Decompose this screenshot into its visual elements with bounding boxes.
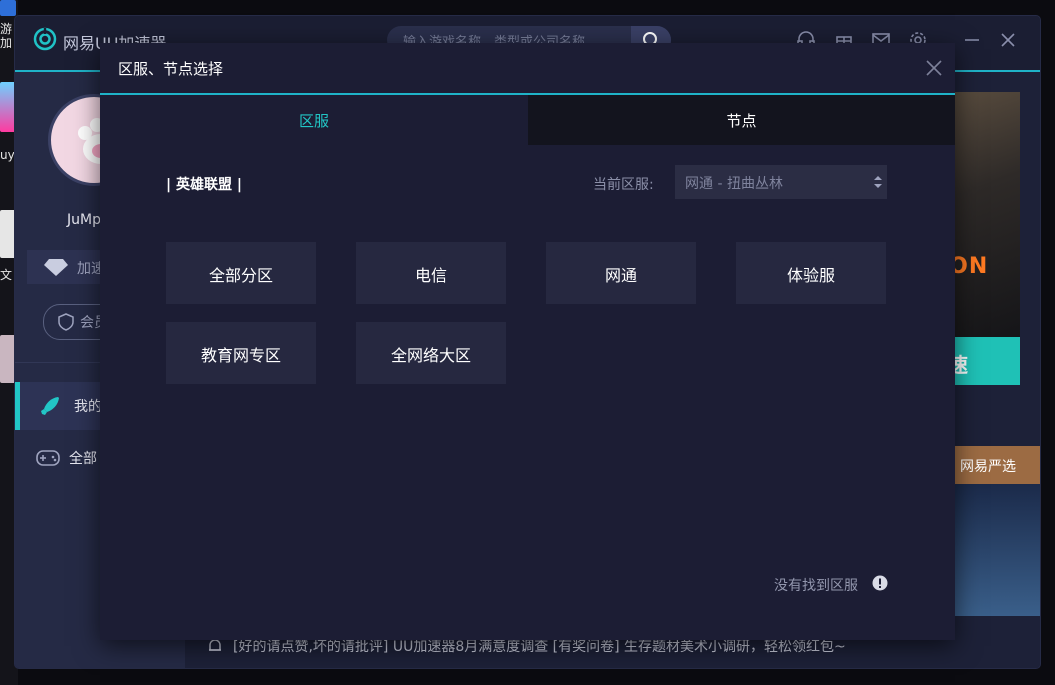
region-telecom-button[interactable]: 电信 xyxy=(356,242,506,304)
dialog-title: 区服、节点选择 xyxy=(118,60,224,78)
gamepad-icon xyxy=(36,450,60,466)
region-label: 教育网专区 xyxy=(200,346,281,365)
current-server-value: 网通 - 扭曲丛林 xyxy=(685,176,783,192)
desktop-shortcut-icon[interactable] xyxy=(0,82,16,132)
sidebar-item-label: 我的 xyxy=(74,399,102,415)
dialog-titlebar: 区服、节点选择 xyxy=(100,43,955,95)
diamond-icon xyxy=(44,259,68,276)
shield-icon xyxy=(58,313,74,331)
region-education-button[interactable]: 教育网专区 xyxy=(166,322,316,384)
dialog-close-icon[interactable] xyxy=(923,57,945,79)
region-label: 体验服 xyxy=(786,266,835,285)
sidebar-item-label: 全部 xyxy=(69,451,97,467)
minimize-icon[interactable] xyxy=(961,29,983,51)
region-label: 全网络大区 xyxy=(390,346,471,365)
server-not-found-link[interactable]: 没有找到区服 xyxy=(774,575,858,595)
region-netcom-button[interactable]: 网通 xyxy=(546,242,696,304)
exclamation-icon[interactable] xyxy=(872,575,888,591)
bell-icon xyxy=(209,639,221,651)
tab-label: 节点 xyxy=(726,112,757,130)
ad-label: 网易严选 xyxy=(960,459,1016,475)
tab-node[interactable]: 节点 xyxy=(528,95,955,145)
tab-label: 区服 xyxy=(298,112,329,130)
desktop-shortcut-label: 文 xyxy=(0,268,13,282)
region-label: 网通 xyxy=(604,266,637,285)
desktop-shortcut-icon[interactable] xyxy=(0,210,16,258)
region-allnetwork-button[interactable]: 全网络大区 xyxy=(356,322,506,384)
desktop-shortcut-icon[interactable] xyxy=(0,0,16,16)
app-logo-icon xyxy=(33,27,57,51)
window-close-icon[interactable] xyxy=(997,29,1019,51)
rocket-icon xyxy=(41,397,59,415)
select-updown-icon xyxy=(874,176,882,188)
current-server-label: 当前区服: xyxy=(593,177,654,193)
desktop-shortcut-icon[interactable] xyxy=(0,335,16,383)
tab-region[interactable]: 区服 xyxy=(100,95,528,145)
region-pbe-button[interactable]: 体验服 xyxy=(736,242,886,304)
game-name-label: | 英雄联盟 | xyxy=(166,177,242,193)
region-label: 全部分区 xyxy=(208,266,273,285)
desktop-shortcut-label: uy xyxy=(0,148,15,162)
region-node-dialog: 区服、节点选择 区服 节点 | 英雄联盟 | 当前区服: 网通 - 扭曲丛林 全… xyxy=(100,43,955,640)
ad-panel[interactable]: 网易严选 xyxy=(955,446,1040,616)
region-label: 电信 xyxy=(414,266,447,285)
region-all-button[interactable]: 全部分区 xyxy=(166,242,316,304)
current-server-select[interactable]: 网通 - 扭曲丛林 xyxy=(675,165,887,199)
username: JuMp xyxy=(67,212,101,228)
